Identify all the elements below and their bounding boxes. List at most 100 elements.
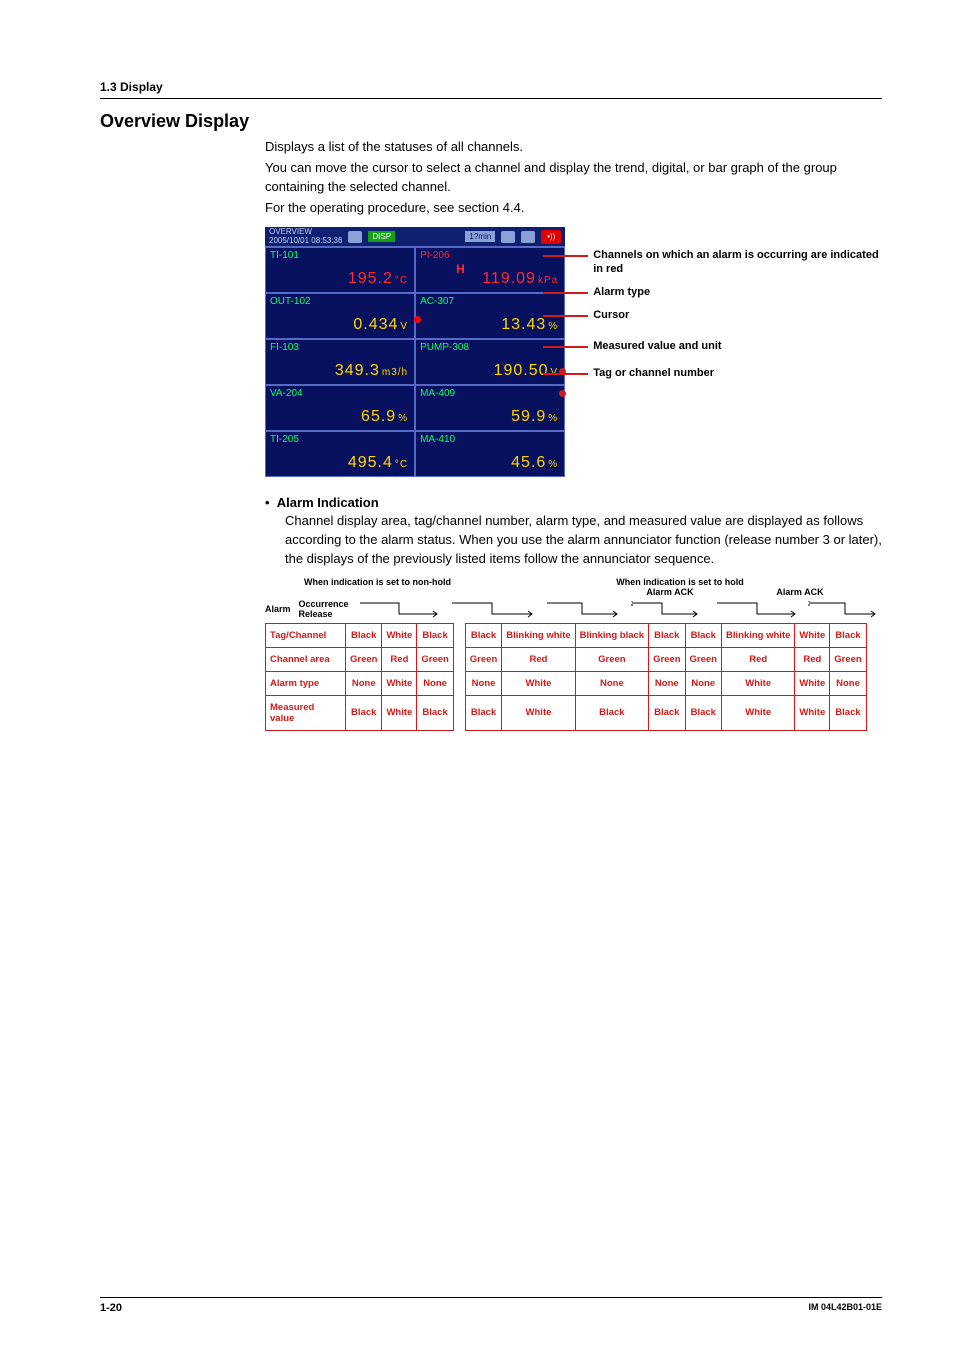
channel-value: 190.50V xyxy=(494,362,559,380)
channel-tag: FI-103 xyxy=(270,342,299,353)
rowlbl-area: Channel area xyxy=(266,647,346,671)
tag-indicator xyxy=(559,390,566,397)
cell: Green xyxy=(575,647,648,671)
cell: None xyxy=(346,671,382,695)
channel-cell-ma410: MA-410 45.6% xyxy=(415,431,565,477)
alarm-indication-table: Tag/Channel Black White Black Black Blin… xyxy=(265,623,867,731)
refresh-icon xyxy=(501,231,515,243)
cell: White xyxy=(795,695,830,730)
cell: None xyxy=(649,671,685,695)
channel-tag: PI-206 xyxy=(420,250,449,261)
callout-tag-number: Tag or channel number xyxy=(593,367,714,379)
cell: None xyxy=(830,671,866,695)
intro-line-2: You can move the cursor to select a chan… xyxy=(265,159,882,197)
table-row-alarm-type: Alarm type None White None None White No… xyxy=(266,671,867,695)
channel-tag: MA-409 xyxy=(420,388,455,399)
channel-value: 13.43% xyxy=(501,316,558,334)
cell: Black xyxy=(465,695,501,730)
cell: Green xyxy=(649,647,685,671)
cell: Green xyxy=(685,647,721,671)
channel-tag: AC-307 xyxy=(420,296,454,307)
cell: Green xyxy=(346,647,382,671)
cell: Red xyxy=(502,647,575,671)
label-occurrence: Occurrence xyxy=(299,599,349,609)
cell: Blinking white xyxy=(502,623,575,647)
channel-value: 195.2°C xyxy=(348,270,408,288)
channel-cell-out102: OUT-102 0.434V xyxy=(265,293,415,339)
cell: Black xyxy=(417,695,453,730)
channel-alarm-type: H xyxy=(456,262,465,276)
intro-block: Displays a list of the statuses of all c… xyxy=(265,138,882,217)
cell: Black xyxy=(417,623,453,647)
screenshot-datetime: 2005/10/01 08:53:36 xyxy=(269,236,342,245)
alarm-table-wrap: When indication is set to non-hold When … xyxy=(265,577,882,731)
cell: Red xyxy=(795,647,830,671)
cell: Blinking white xyxy=(722,623,795,647)
channel-cell-ti205: TI-205 495.4°C xyxy=(265,431,415,477)
bullet-icon: • xyxy=(265,495,270,510)
channel-value: 0.434V xyxy=(353,316,408,334)
cell: White xyxy=(722,671,795,695)
channel-value: 119.09kPa xyxy=(482,270,558,288)
cell: Black xyxy=(575,695,648,730)
channel-cell-ma409: MA-409 59.9% xyxy=(415,385,565,431)
channel-value: 349.3m3/h xyxy=(335,362,408,380)
table-header-hold: When indication is set to hold xyxy=(490,577,870,587)
rate-badge: 1?min xyxy=(465,231,495,242)
cell: Black xyxy=(685,623,721,647)
cell: None xyxy=(417,671,453,695)
callout-alarm-red: Channels on which an alarm is occurring … xyxy=(593,249,878,274)
alarm-icon: •)) xyxy=(541,230,561,244)
cell: Black xyxy=(649,695,685,730)
table-row-area: Channel area Green Red Green Green Red G… xyxy=(266,647,867,671)
table-header-nonhold: When indication is set to non-hold xyxy=(265,577,490,587)
cell: White xyxy=(795,671,830,695)
label-alarm: Alarm xyxy=(265,604,291,614)
callouts-list: Channels on which an alarm is occurring … xyxy=(583,227,882,477)
channel-tag: TI-101 xyxy=(270,250,299,261)
cell: Black xyxy=(346,623,382,647)
channel-tag: VA-204 xyxy=(270,388,303,399)
channel-value: 45.6% xyxy=(511,454,558,472)
grid-icon xyxy=(521,231,535,243)
cell: White xyxy=(382,671,417,695)
label-release: Release xyxy=(299,609,349,619)
channel-tag: MA-410 xyxy=(420,434,455,445)
channel-cell-va204: VA-204 65.9% xyxy=(265,385,415,431)
cell: White xyxy=(382,623,417,647)
cell: White xyxy=(502,695,575,730)
overview-screenshot: OVERVIEW 2005/10/01 08:53:36 DISP 1?min … xyxy=(265,227,565,477)
cell: White xyxy=(722,695,795,730)
alarm-indication-heading: • Alarm Indication xyxy=(265,495,882,510)
rowlbl-atype: Alarm type xyxy=(266,671,346,695)
overview-screenshot-wrap: OVERVIEW 2005/10/01 08:53:36 DISP 1?min … xyxy=(265,227,882,477)
table-row-tag: Tag/Channel Black White Black Black Blin… xyxy=(266,623,867,647)
table-row-measured-value: Measured value Black White Black Black W… xyxy=(266,695,867,730)
cell: White xyxy=(382,695,417,730)
cell: Black xyxy=(830,695,866,730)
disk-icon xyxy=(348,231,362,243)
channel-value: 59.9% xyxy=(511,408,558,426)
cell: Black xyxy=(465,623,501,647)
cell: Green xyxy=(830,647,866,671)
cell: None xyxy=(465,671,501,695)
rowlbl-tag: Tag/Channel xyxy=(266,623,346,647)
channel-tag: TI-205 xyxy=(270,434,299,445)
cell: Black xyxy=(649,623,685,647)
section-breadcrumb: 1.3 Display xyxy=(100,80,882,99)
cell: Red xyxy=(382,647,417,671)
page-number: 1-20 xyxy=(100,1302,122,1314)
intro-line-1: Displays a list of the statuses of all c… xyxy=(265,138,882,157)
cell: None xyxy=(685,671,721,695)
rowlbl-mval: Measured value xyxy=(266,695,346,730)
channel-cell-fi103: FI-103 349.3m3/h xyxy=(265,339,415,385)
screenshot-title: OVERVIEW xyxy=(269,228,342,236)
cell: Green xyxy=(417,647,453,671)
state-arrows xyxy=(357,600,877,618)
channel-value: 495.4°C xyxy=(348,454,408,472)
cell: None xyxy=(575,671,648,695)
cell: Blinking black xyxy=(575,623,648,647)
disp-badge: DISP xyxy=(368,231,395,242)
cell: Green xyxy=(465,647,501,671)
cursor-indicator xyxy=(414,316,421,323)
